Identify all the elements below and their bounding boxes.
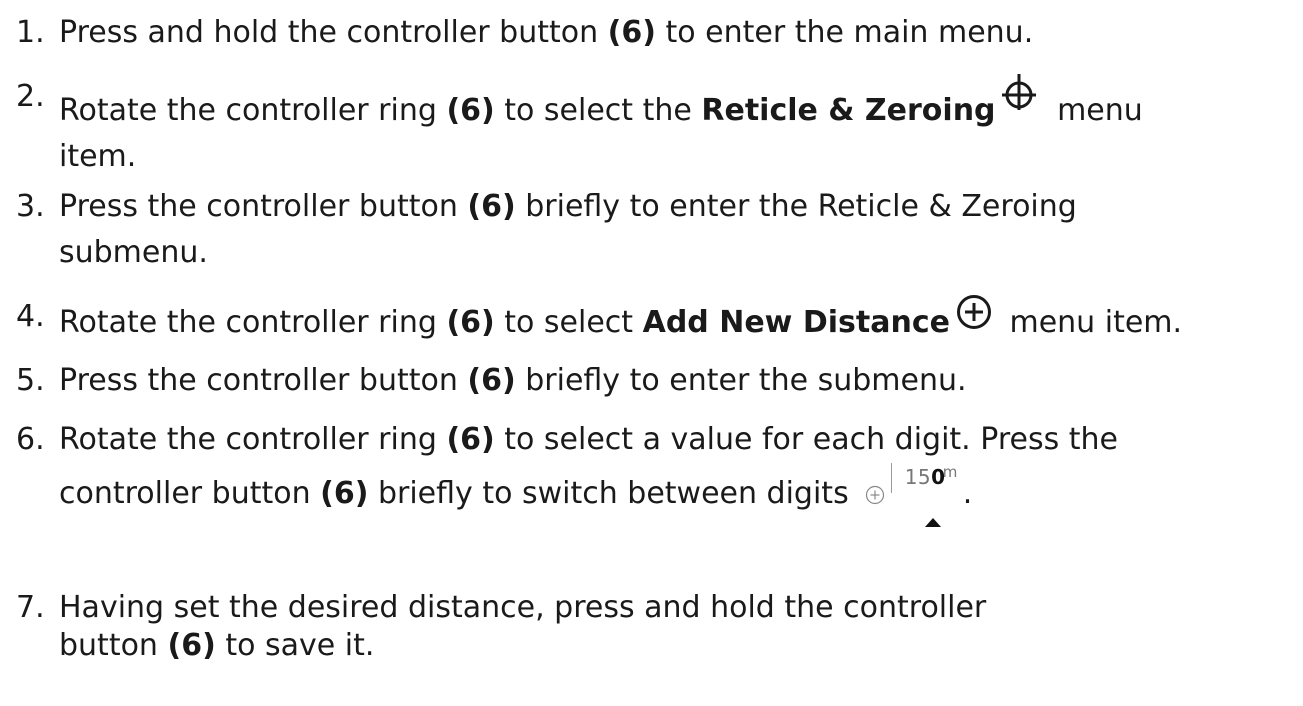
step-number: 2. xyxy=(16,74,45,120)
controller-reference: (6) xyxy=(446,93,494,128)
step-text: Press the controller button (6) briefly … xyxy=(59,184,1303,230)
menu-item-name: Reticle & Zeroing xyxy=(701,93,995,128)
controller-reference: (6) xyxy=(446,422,494,457)
step-text: Rotate the controller ring (6) to select… xyxy=(59,294,1303,346)
step-4: 4. Rotate the controller ring (6) to sel… xyxy=(16,294,1303,346)
step-number: 6. xyxy=(16,417,45,463)
step-number: 3. xyxy=(16,184,45,230)
step-text-continued: item. xyxy=(59,134,1303,180)
step-number: 5. xyxy=(16,358,45,404)
plus-circle-icon xyxy=(865,467,885,529)
step-text: Rotate the controller ring (6) to select… xyxy=(59,74,1303,134)
step-number: 4. xyxy=(16,294,45,340)
reticle-icon xyxy=(1002,74,1036,112)
step-text-continued: controller button (6) briefly to switch … xyxy=(59,463,1303,525)
widget-divider xyxy=(891,463,892,493)
distance-digit-widget: 150m xyxy=(865,463,963,493)
step-5: 5. Press the controller button (6) brief… xyxy=(16,358,1303,404)
plus-circle-icon xyxy=(956,294,992,330)
step-text-continued: submenu. xyxy=(59,230,1303,276)
controller-reference: (6) xyxy=(320,476,368,511)
step-3: 3. Press the controller button (6) brief… xyxy=(16,184,1303,276)
distance-value: 150 xyxy=(905,465,946,489)
step-number: 7. xyxy=(16,585,45,631)
step-text: Press and hold the controller button (6)… xyxy=(59,10,1303,56)
controller-reference: (6) xyxy=(467,363,515,398)
controller-reference: (6) xyxy=(467,189,515,224)
step-6: 6. Rotate the controller ring (6) to sel… xyxy=(16,417,1303,525)
caret-up-icon xyxy=(925,489,941,551)
menu-item-name: Add New Distance xyxy=(643,305,950,340)
controller-reference: (6) xyxy=(446,305,494,340)
controller-reference: (6) xyxy=(608,15,656,50)
step-text: Press the controller button (6) briefly … xyxy=(59,358,1303,404)
step-1: 1. Press and hold the controller button … xyxy=(16,10,1303,56)
step-text: Rotate the controller ring (6) to select… xyxy=(59,417,1303,463)
distance-unit: m xyxy=(943,463,958,481)
step-7: 7. Having set the desired distance, pres… xyxy=(16,585,1303,669)
controller-reference: (6) xyxy=(168,628,216,663)
step-number: 1. xyxy=(16,10,45,56)
step-2: 2. Rotate the controller ring (6) to sel… xyxy=(16,74,1303,180)
